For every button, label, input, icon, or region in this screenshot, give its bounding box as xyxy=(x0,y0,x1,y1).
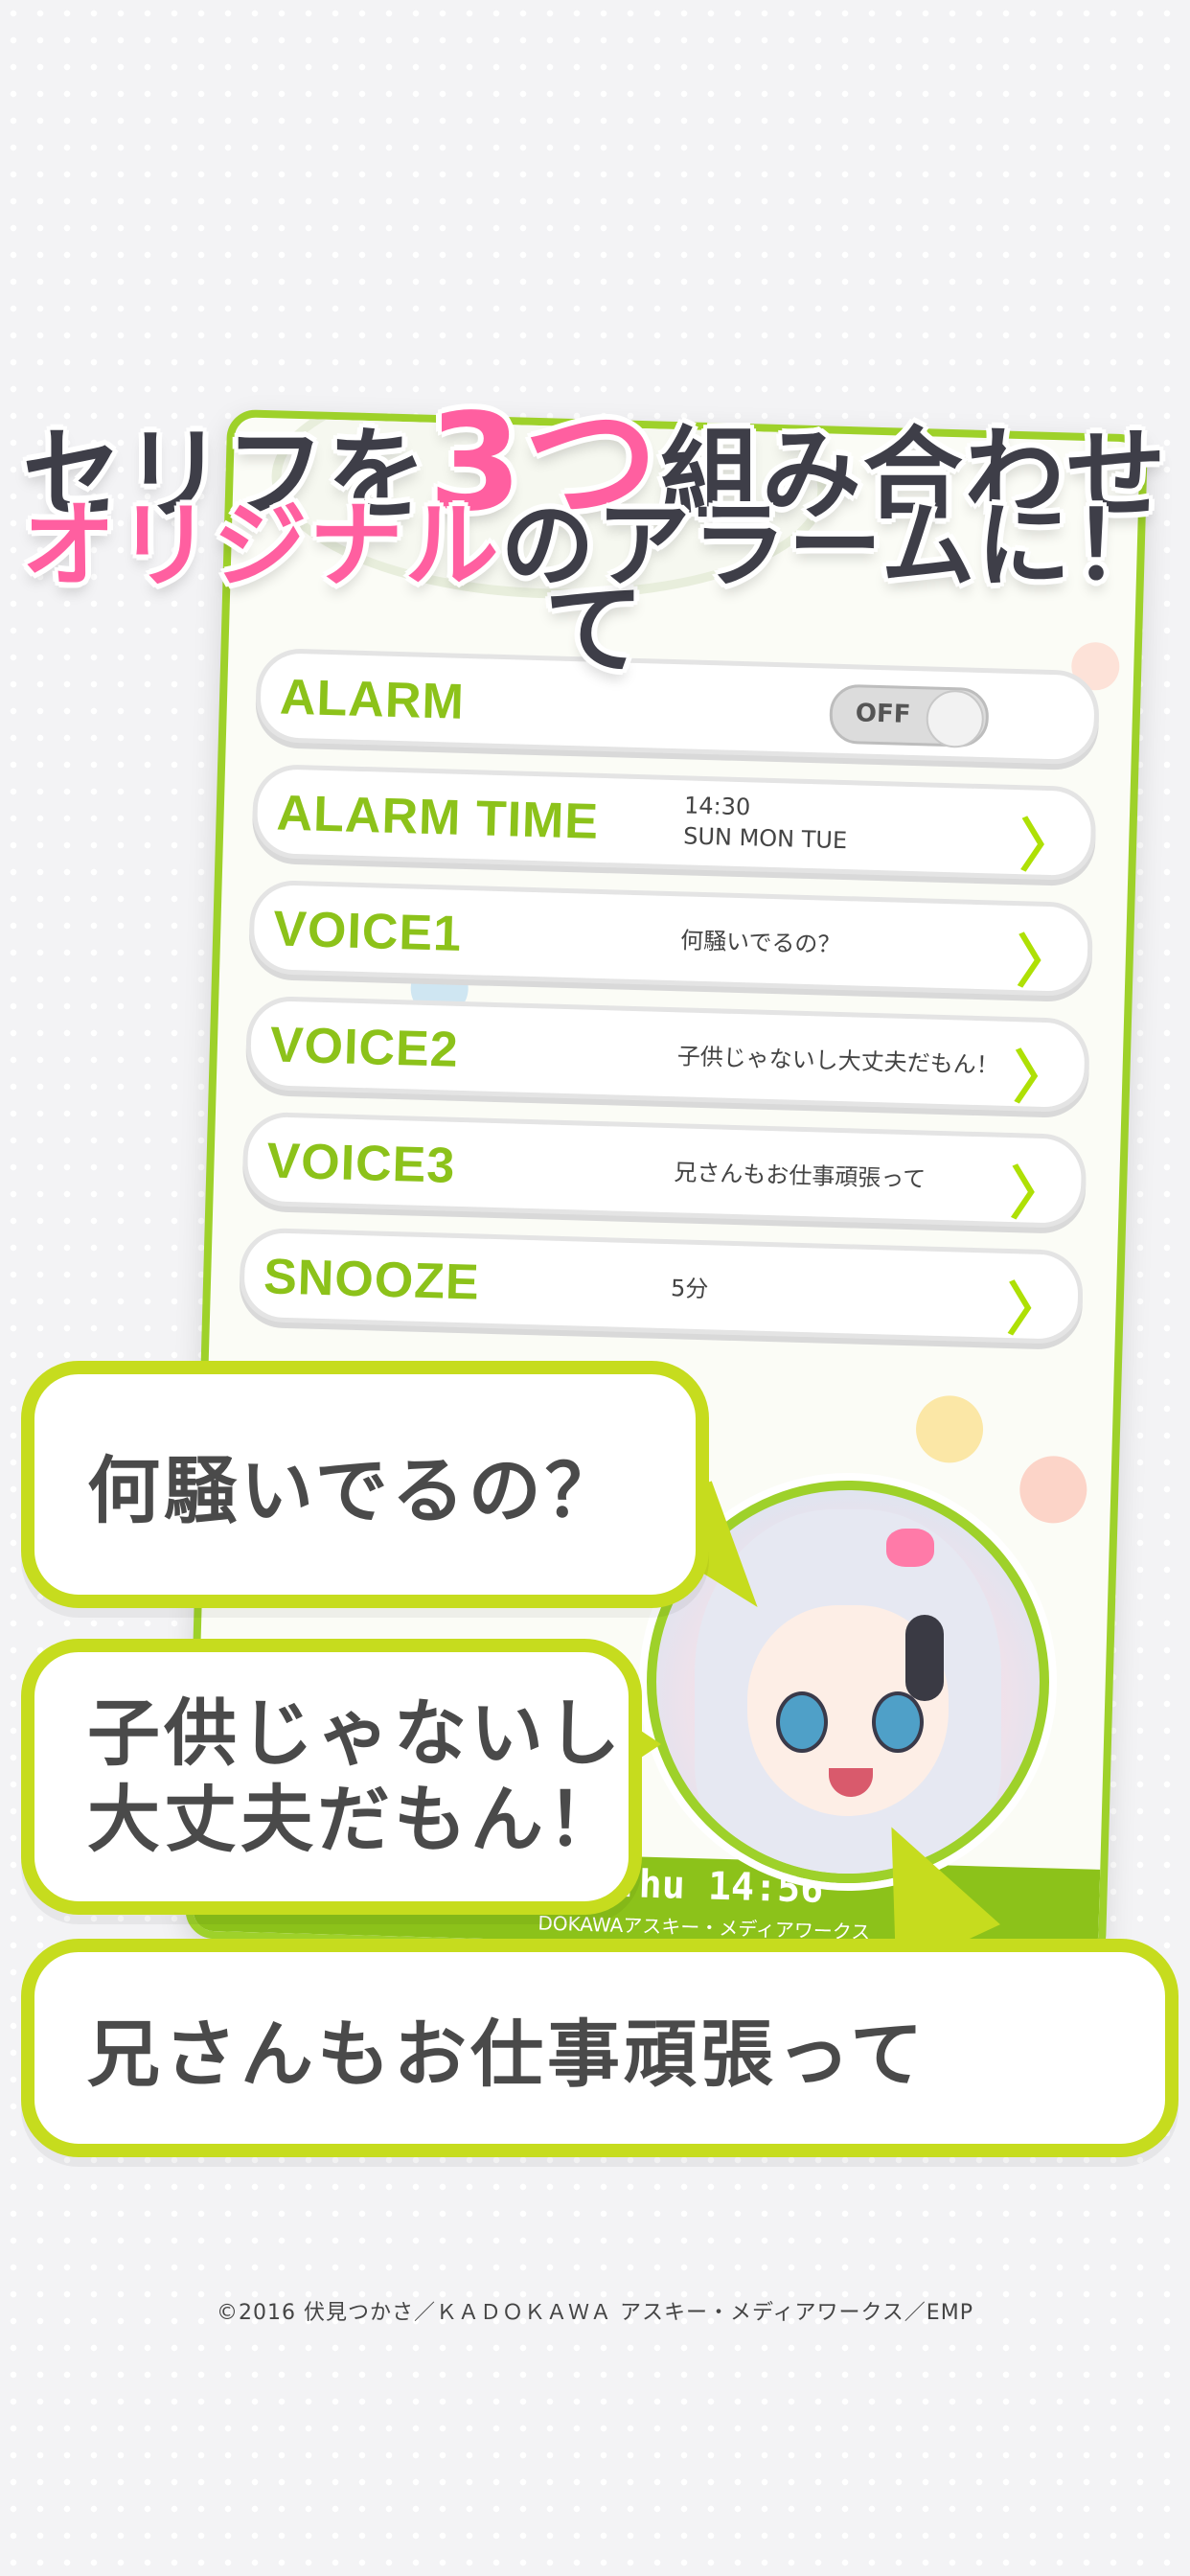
chevron-right-icon: 〉 xyxy=(1012,1045,1072,1114)
avatar-mouth xyxy=(829,1768,873,1797)
setting-value: 5分 xyxy=(670,1275,709,1303)
avatar-bow xyxy=(886,1529,934,1567)
bubble-text: 何騒いでるの？ xyxy=(87,1448,622,1533)
chevron-right-icon: 〉 xyxy=(1008,1161,1068,1230)
setting-row-voice2[interactable]: VOICE2 子供じゃないし大丈夫だもん！ 〉 xyxy=(244,995,1091,1114)
setting-label: VOICE1 xyxy=(272,901,463,962)
speech-bubble-1: 何騒いでるの？ xyxy=(21,1361,709,1608)
decorative-dot xyxy=(1018,1455,1088,1525)
setting-value: 子供じゃないし大丈夫だもん！ xyxy=(676,1043,1000,1079)
decorative-dot xyxy=(915,1394,985,1464)
bubble-text-line-2: 大丈夫だもん！ xyxy=(87,1777,624,1862)
headline-text-e: のアラームに！ xyxy=(500,492,1169,601)
setting-row-alarm-time[interactable]: ALARM TIME 14:30 SUN MON TUE 〉 xyxy=(251,763,1097,882)
bubble-text: 兄さんもお仕事頑張って xyxy=(87,2012,927,2097)
setting-label: VOICE2 xyxy=(269,1017,460,1078)
avatar-eye xyxy=(872,1691,924,1753)
alarm-days-value: SUN MON TUE xyxy=(682,822,848,855)
toggle-knob xyxy=(925,689,985,749)
headline-line-2: オリジナルのアラームに！ xyxy=(0,470,1190,606)
chevron-right-icon: 〉 xyxy=(1005,1276,1065,1346)
setting-row-voice3[interactable]: VOICE3 兄さんもお仕事頑張って 〉 xyxy=(241,1111,1087,1230)
setting-row-voice1[interactable]: VOICE1 何騒いでるの？ 〉 xyxy=(248,879,1094,998)
toggle-state-text: OFF xyxy=(855,699,911,729)
chevron-right-icon: 〉 xyxy=(1018,813,1079,882)
setting-row-snooze[interactable]: SNOOZE 5分 〉 xyxy=(238,1227,1085,1346)
bubble-text: 子供じゃないし 大丈夫だもん！ xyxy=(87,1690,624,1863)
setting-value: 何騒いでるの？ xyxy=(679,927,841,958)
speech-bubble-3: 兄さんもお仕事頑張って xyxy=(21,1939,1179,2157)
chevron-right-icon: 〉 xyxy=(1015,929,1075,998)
bubble-text-line-1: 子供じゃないし xyxy=(87,1690,624,1776)
speech-bubble-2: 子供じゃないし 大丈夫だもん！ xyxy=(21,1639,642,1915)
copyright-text: ©2016 伏見つかさ／ＫＡＤＯＫＡＷＡ アスキー・メディアワークス／EMP xyxy=(217,2301,973,2325)
avatar-headphone xyxy=(905,1615,944,1701)
setting-label: ALARM TIME xyxy=(275,785,600,850)
avatar-eye xyxy=(776,1691,828,1753)
setting-label: SNOOZE xyxy=(263,1249,481,1311)
setting-value: 兄さんもお仕事頑張って xyxy=(674,1159,927,1193)
settings-list: ALARM OFF ALARM TIME 14:30 SUN MON TUE 〉… xyxy=(238,647,1101,1367)
setting-label: VOICE3 xyxy=(265,1133,457,1194)
alarm-time-value: 14:30 xyxy=(683,792,751,821)
alarm-toggle[interactable]: OFF xyxy=(828,683,990,749)
headline-text-d: オリジナル xyxy=(21,492,501,601)
setting-value: 14:30 SUN MON TUE xyxy=(683,790,849,856)
